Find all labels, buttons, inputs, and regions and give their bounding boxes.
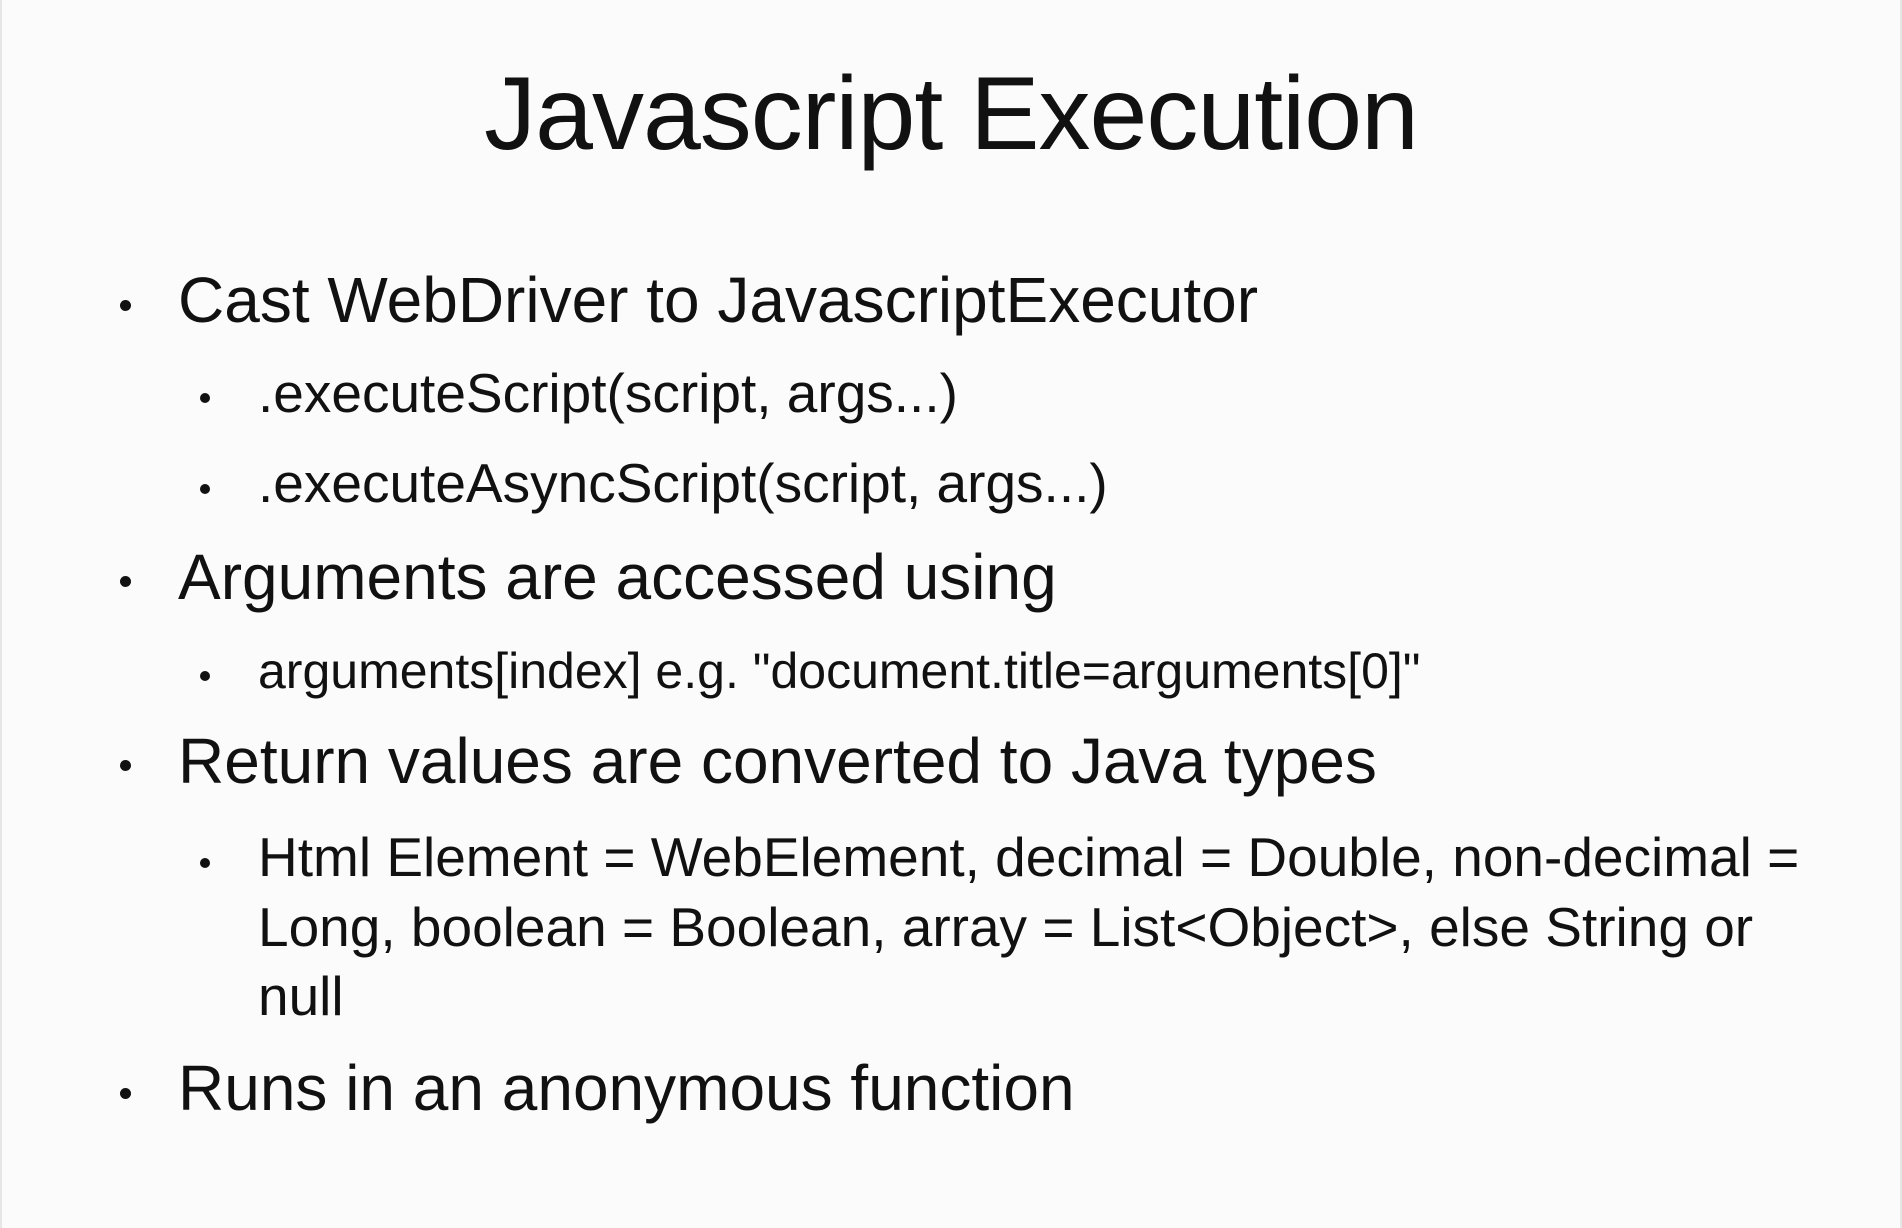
bullet-text: Runs in an anonymous function [178, 1052, 1075, 1125]
bullet-item: Arguments are accessed using arguments[i… [112, 537, 1832, 703]
bullet-icon [120, 299, 131, 311]
bullet-item: Runs in an anonymous function [112, 1048, 1832, 1128]
bullet-icon [120, 1087, 131, 1099]
bullet-icon [200, 857, 210, 868]
bullet-icon [120, 576, 131, 588]
bullet-item: Return values are converted to Java type… [112, 721, 1832, 1033]
slide: Javascript Execution Cast WebDriver to J… [0, 0, 1902, 1228]
bullet-item: Cast WebDriver to JavascriptExecutor .ex… [112, 260, 1832, 519]
sub-bullet-item: Html Element = WebElement, decimal = Dou… [192, 823, 1818, 1033]
sub-bullet-text: Html Element = WebElement, decimal = Dou… [258, 825, 1800, 1028]
sub-bullet-text: .executeAsyncScript(script, args...) [258, 452, 1108, 515]
bullet-icon [120, 760, 131, 772]
bullet-icon [200, 483, 210, 494]
sub-bullet-text: arguments[index] e.g. "document.title=ar… [258, 642, 1421, 699]
sub-bullet-list: .executeScript(script, args...) .execute… [178, 358, 1832, 519]
bullet-icon [200, 670, 210, 681]
sub-bullet-item: .executeScript(script, args...) [192, 358, 1838, 428]
sub-bullet-text: .executeScript(script, args...) [258, 362, 958, 424]
sub-bullet-list: Html Element = WebElement, decimal = Dou… [178, 823, 1832, 1033]
bullet-text: Arguments are accessed using [178, 540, 1057, 613]
sub-bullet-list: arguments[index] e.g. "document.title=ar… [178, 639, 1832, 703]
sub-bullet-item: .executeAsyncScript(script, args...) [192, 448, 1838, 518]
slide-title: Javascript Execution [484, 56, 1419, 172]
bullet-list: Cast WebDriver to JavascriptExecutor .ex… [112, 260, 1832, 1128]
bullet-text: Return values are converted to Java type… [178, 724, 1377, 797]
bullet-text: Cast WebDriver to JavascriptExecutor [178, 264, 1259, 336]
sub-bullet-item: arguments[index] e.g. "document.title=ar… [192, 639, 1838, 703]
bullet-icon [200, 393, 210, 404]
